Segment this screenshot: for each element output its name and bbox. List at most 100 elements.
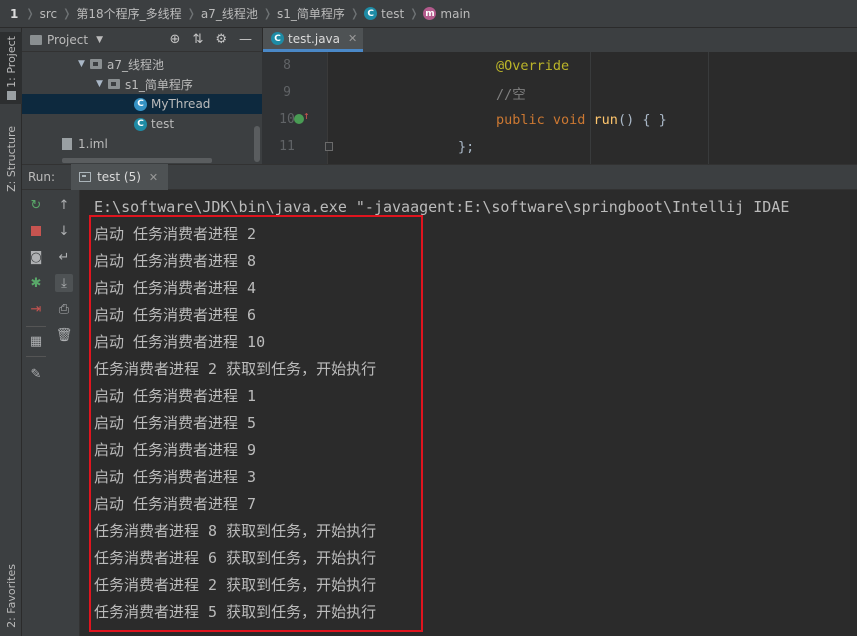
console-line: 启动 任务消费者进程 4	[94, 279, 257, 297]
tree-item-mythread[interactable]: C MyThread	[22, 94, 262, 114]
breadcrumb-separator: ❭	[25, 7, 35, 20]
project-panel: Project ▼ ⊕ ⇅ ⚙ — ▼ a7_线程池 ▼ s1_简单程序 C M…	[22, 28, 262, 164]
package-folder-icon	[108, 79, 120, 89]
breadcrumb-separator: ❭	[186, 7, 196, 20]
console-line: 启动 任务消费者进程 5	[94, 414, 257, 432]
expand-arrow-icon: ▼	[78, 59, 85, 69]
vertical-scrollbar[interactable]	[254, 126, 260, 162]
code-text: };	[458, 138, 475, 155]
breadcrumb-item-class[interactable]: Ctest	[364, 7, 404, 21]
class-icon: C	[271, 32, 284, 45]
breadcrumb-item-module[interactable]: 第18个程序_多线程	[76, 5, 181, 22]
breadcrumb-separator: ❭	[349, 7, 360, 20]
package-folder-icon	[90, 59, 102, 69]
project-panel-title: Project	[47, 32, 89, 47]
console-line: 任务消费者进程 8 获取到任务，开始执行	[94, 522, 377, 540]
tree-item-label: 1.iml	[78, 137, 108, 151]
line-number: 9	[283, 85, 291, 100]
structure-tool-tab[interactable]: Z: Structure	[0, 118, 22, 200]
breadcrumb-item-package[interactable]: a7_线程池	[201, 5, 258, 22]
code-punctuation: () { }	[617, 111, 667, 128]
run-label: Run:	[28, 170, 56, 184]
chevron-down-icon: ▼	[96, 34, 103, 45]
line-number: 11	[279, 139, 295, 154]
run-tab-label: test (5)	[97, 170, 141, 184]
fold-icon[interactable]	[325, 142, 333, 151]
class-icon: C	[134, 97, 147, 111]
navigation-breadcrumb: 1 ❭ src ❭ 第18个程序_多线程 ❭ a7_线程池 ❭ s1_简单程序 …	[0, 0, 857, 28]
console-icon	[79, 172, 92, 182]
tree-item-iml[interactable]: 1.iml	[22, 134, 262, 154]
horizontal-scrollbar[interactable]	[62, 158, 212, 163]
breadcrumb-separator: ❭	[262, 7, 273, 20]
method-icon: m	[423, 7, 437, 20]
rerun-icon[interactable]: ↻	[27, 196, 45, 214]
breadcrumb-method-label: main	[440, 6, 471, 21]
crosshair-icon[interactable]: ⊕	[170, 32, 181, 47]
console-line: 任务消费者进程 2 获取到任务，开始执行	[94, 576, 377, 594]
trash-icon[interactable]: 🗑	[55, 326, 73, 344]
code-line: 10 ↑ public void run() { }	[262, 106, 857, 133]
layout-icon[interactable]: ▦	[27, 332, 45, 350]
console-line: 任务消费者进程 2 获取到任务，开始执行	[94, 360, 377, 378]
console-line: 启动 任务消费者进程 9	[94, 441, 257, 459]
file-icon	[62, 138, 72, 150]
tree-item-label: MyThread	[151, 97, 211, 111]
left-tool-strip: 1: Project Z: Structure 2: Favorites	[0, 28, 22, 636]
breadcrumb-separator: ❭	[62, 7, 72, 20]
gear-icon[interactable]: ⚙	[215, 32, 227, 47]
console-output[interactable]: E:\software\JDK\bin\java.exe "-javaagent…	[81, 190, 857, 636]
run-toolbar-secondary: ↑ ↓ ↵ ⤓ ⎙ 🗑	[50, 190, 80, 636]
console-line: 任务消费者进程 6 获取到任务，开始执行	[94, 549, 377, 567]
scroll-to-end-icon[interactable]: ⤓	[55, 274, 73, 292]
console-line: 启动 任务消费者进程 1	[94, 387, 257, 405]
run-tool-header: Run: test (5) ✕	[22, 164, 857, 190]
breadcrumb-item-src[interactable]: src	[40, 7, 58, 21]
breadcrumb-item-subpackage[interactable]: s1_简单程序	[277, 5, 345, 22]
code-line: 8 @Override	[262, 52, 857, 79]
expand-arrow-icon: ▼	[96, 79, 103, 89]
code-keyword: public void	[496, 111, 594, 128]
project-tool-tab-label: 1: Project	[4, 35, 18, 88]
hide-icon[interactable]: —	[239, 32, 252, 47]
breadcrumb-number: 1	[10, 6, 19, 21]
soft-wrap-icon[interactable]: ↵	[55, 248, 73, 266]
close-icon[interactable]: ✕	[149, 171, 158, 184]
code-line: 9 //空	[262, 79, 857, 106]
toolbar-divider	[26, 326, 46, 327]
stop-icon[interactable]	[27, 222, 45, 240]
arrow-up-icon[interactable]: ↑	[55, 196, 73, 214]
class-icon: C	[134, 117, 147, 131]
console-line: 启动 任务消费者进程 8	[94, 252, 257, 270]
favorites-tool-tab-label: 2: Favorites	[4, 564, 18, 628]
project-view-selector[interactable]: Project ▼	[30, 33, 103, 47]
console-line: 启动 任务消费者进程 10	[94, 333, 266, 351]
pin-icon[interactable]: ✎	[27, 365, 45, 383]
tree-item-test[interactable]: C test	[22, 114, 262, 134]
console-line: E:\software\JDK\bin\java.exe "-javaagent…	[94, 197, 790, 216]
exit-icon[interactable]: ⇥	[27, 300, 45, 318]
console-line: 启动 任务消费者进程 3	[94, 468, 257, 486]
project-tool-tab[interactable]: 1: Project	[0, 32, 22, 104]
tree-item-s1[interactable]: ▼ s1_简单程序	[22, 74, 262, 94]
tree-item-a7[interactable]: ▼ a7_线程池	[22, 54, 262, 74]
editor-tab-test-java[interactable]: C test.java ✕	[263, 28, 363, 52]
breadcrumb-item-method[interactable]: m main	[423, 7, 470, 21]
collapse-all-icon[interactable]: ⇅	[192, 32, 203, 47]
code-line: 11 };	[262, 133, 857, 160]
arrow-up-icon: ↑	[303, 109, 310, 122]
toolbar-divider	[26, 356, 46, 357]
editor-tab-label: test.java	[288, 31, 341, 46]
close-icon[interactable]: ✕	[348, 32, 357, 45]
debug-icon[interactable]: ✱	[27, 274, 45, 292]
camera-icon[interactable]: ◙	[27, 248, 45, 266]
project-tool-icon	[6, 91, 16, 101]
class-icon: C	[364, 7, 378, 20]
breadcrumb-class-label: test	[381, 6, 405, 21]
code-editor[interactable]: 8 @Override 9 //空 10 ↑ public void run()…	[262, 52, 857, 164]
console-line: 启动 任务消费者进程 6	[94, 306, 257, 324]
print-icon[interactable]: ⎙	[55, 300, 73, 318]
arrow-down-icon[interactable]: ↓	[55, 222, 73, 240]
favorites-tool-tab[interactable]: 2: Favorites	[0, 558, 22, 634]
run-tab-test[interactable]: test (5) ✕	[71, 164, 169, 190]
